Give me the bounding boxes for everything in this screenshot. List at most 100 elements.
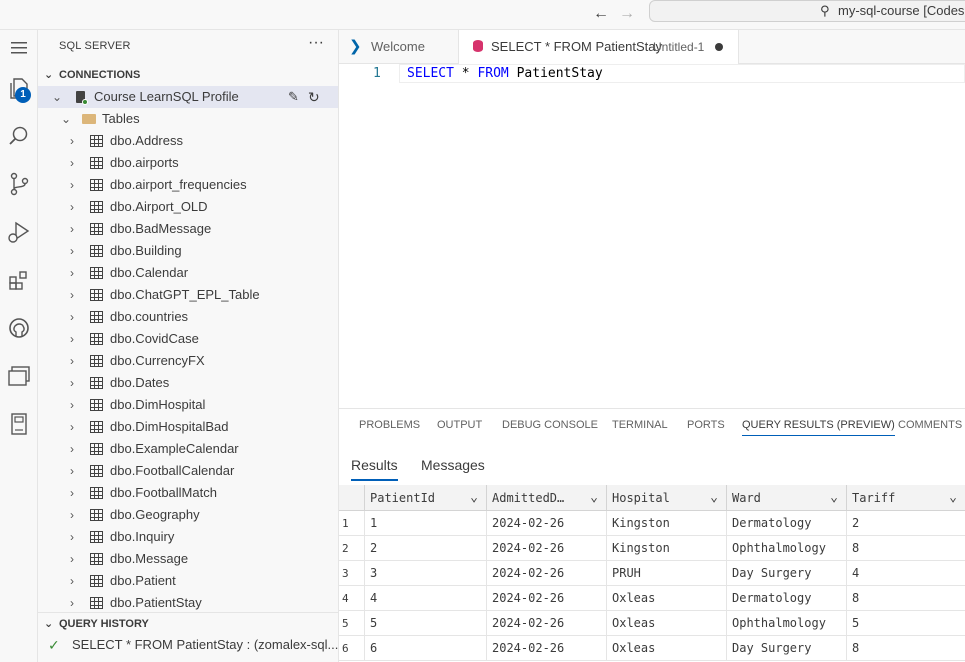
grid-cell[interactable]: 2 [364,536,486,561]
run-debug-icon[interactable] [0,214,38,250]
table-item[interactable]: › dbo.countries [38,306,338,328]
source-control-icon[interactable] [0,166,38,202]
grid-cell[interactable]: Ophthalmology [726,536,846,561]
chevron-down-icon[interactable]: ⌄ [830,485,838,511]
grid-cell[interactable]: PRUH [606,561,726,586]
table-item[interactable]: › dbo.Patient [38,570,338,592]
table-item[interactable]: › dbo.CovidCase [38,328,338,350]
column-header[interactable]: AdmittedD… ⌄ [486,485,606,511]
grid-cell[interactable]: Oxleas [606,611,726,636]
column-header[interactable]: Hospital ⌄ [606,485,726,511]
grid-cell[interactable]: 6 [364,636,486,661]
grid-cell[interactable]: 5 [364,611,486,636]
table-row[interactable]: 3 3 2024-02-26 PRUH Day Surgery 4 [339,561,965,586]
tab-query-results[interactable]: QUERY RESULTS (PREVIEW) [742,419,895,436]
query-history-item[interactable]: ✓ SELECT * FROM PatientStay : (zomalex-s… [38,634,338,656]
grid-cell[interactable]: Oxleas [606,586,726,611]
grid-cell[interactable]: 4 [846,561,965,586]
grid-cell[interactable]: 2024-02-26 [486,511,606,536]
grid-cell[interactable]: 3 [364,561,486,586]
grid-cell[interactable]: Day Surgery [726,561,846,586]
grid-cell[interactable]: Kingston [606,511,726,536]
remote-explorer-icon[interactable] [0,358,38,394]
grid-cell[interactable]: 2024-02-26 [486,636,606,661]
tab-terminal[interactable]: TERMINAL [612,419,668,431]
column-header[interactable]: Ward ⌄ [726,485,846,511]
search-icon[interactable] [0,118,38,154]
grid-cell[interactable]: 2 [846,511,965,536]
results-tab[interactable]: Results [351,457,398,481]
grid-cell[interactable]: 8 [846,636,965,661]
table-row[interactable]: 1 1 2024-02-26 Kingston Dermatology 2 [339,511,965,536]
table-item[interactable]: › dbo.CurrencyFX [38,350,338,372]
grid-cell[interactable]: 8 [846,586,965,611]
tab-query[interactable]: SELECT * FROM PatientStay Untitled-1 [459,30,739,65]
connections-section-header[interactable]: ⌄ CONNECTIONS [38,64,338,86]
table-item[interactable]: › dbo.Calendar [38,262,338,284]
table-item[interactable]: › dbo.FootballMatch [38,482,338,504]
refresh-icon[interactable]: ↻ [308,86,320,108]
grid-cell[interactable]: 1 [364,511,486,536]
table-item[interactable]: › dbo.Address [38,130,338,152]
grid-cell[interactable]: Oxleas [606,636,726,661]
edit-icon[interactable]: ✎ [288,86,299,108]
column-header[interactable]: PatientId ⌄ [364,485,486,511]
tab-welcome[interactable]: ❯ Welcome [339,30,459,64]
table-row[interactable]: 4 4 2024-02-26 Oxleas Dermatology 8 [339,586,965,611]
grid-cell[interactable]: Ophthalmology [726,611,846,636]
table-item[interactable]: › dbo.ChatGPT_EPL_Table [38,284,338,306]
more-actions-icon[interactable]: ··· [308,34,324,52]
grid-cell[interactable]: 8 [846,536,965,561]
grid-cell[interactable]: 2024-02-26 [486,536,606,561]
grid-cell[interactable]: 2024-02-26 [486,586,606,611]
chevron-down-icon[interactable]: ⌄ [949,485,957,511]
table-item[interactable]: › dbo.Message [38,548,338,570]
arrow-right-icon[interactable]: → [619,4,635,24]
unsaved-dot-icon[interactable] [715,43,723,51]
messages-tab[interactable]: Messages [421,457,485,473]
query-history-section-header[interactable]: ⌄ QUERY HISTORY [38,612,338,634]
menu-icon[interactable] [0,30,38,66]
grid-cell[interactable]: 4 [364,586,486,611]
extensions-icon[interactable] [0,262,38,298]
table-item[interactable]: › dbo.DimHospitalBad [38,416,338,438]
table-item[interactable]: › dbo.DimHospital [38,394,338,416]
table-item[interactable]: › dbo.BadMessage [38,218,338,240]
grid-cell[interactable]: Kingston [606,536,726,561]
table-item[interactable]: › dbo.Dates [38,372,338,394]
grid-cell[interactable]: 2024-02-26 [486,611,606,636]
table-item[interactable]: › dbo.ExampleCalendar [38,438,338,460]
tab-ports[interactable]: PORTS [687,419,725,431]
table-row[interactable]: 2 2 2024-02-26 Kingston Ophthalmology 8 [339,536,965,561]
code-line[interactable]: SELECT * FROM PatientStay [407,66,603,81]
tab-problems[interactable]: PROBLEMS [359,419,420,431]
table-item[interactable]: › dbo.FootballCalendar [38,460,338,482]
grid-cell[interactable]: Dermatology [726,511,846,536]
command-center[interactable]: ⚲ my-sql-course [Codespaces] [649,0,965,22]
sql-server-icon[interactable] [0,406,38,442]
column-header[interactable]: Tariff ⌄ [846,485,965,511]
chevron-down-icon[interactable]: ⌄ [710,485,718,511]
grid-cell[interactable]: Dermatology [726,586,846,611]
chevron-down-icon[interactable]: ⌄ [470,485,478,511]
table-item[interactable]: › dbo.airport_frequencies [38,174,338,196]
table-item[interactable]: › dbo.Airport_OLD [38,196,338,218]
grid-cell[interactable]: 5 [846,611,965,636]
grid-cell[interactable]: 2024-02-26 [486,561,606,586]
code-editor[interactable]: 1 SELECT * FROM PatientStay [339,64,965,408]
arrow-left-icon[interactable]: ← [593,4,609,24]
tab-debug-console[interactable]: DEBUG CONSOLE [502,419,598,431]
grid-cell[interactable]: Day Surgery [726,636,846,661]
table-item[interactable]: › dbo.Building [38,240,338,262]
tab-output[interactable]: OUTPUT [437,419,482,431]
table-row[interactable]: 5 5 2024-02-26 Oxleas Ophthalmology 5 [339,611,965,636]
table-item[interactable]: › dbo.airports [38,152,338,174]
table-row[interactable]: 6 6 2024-02-26 Oxleas Day Surgery 8 [339,636,965,661]
tables-folder[interactable]: ⌄ Tables [38,108,338,130]
tab-comments[interactable]: COMMENTS [898,419,962,431]
table-item[interactable]: › dbo.Geography [38,504,338,526]
connection-profile[interactable]: ⌄ Course LearnSQL Profile ✎ ↻ [38,86,338,108]
github-icon[interactable] [0,310,38,346]
table-item[interactable]: › dbo.Inquiry [38,526,338,548]
chevron-down-icon[interactable]: ⌄ [590,485,598,511]
